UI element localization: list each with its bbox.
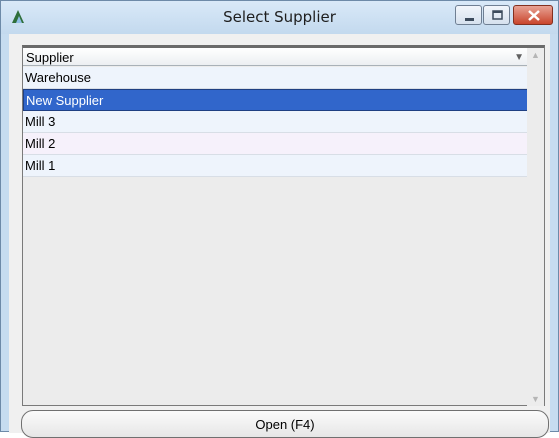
scroll-down-icon[interactable]: ▼ — [531, 394, 540, 404]
close-icon — [528, 10, 540, 21]
minimize-icon — [465, 18, 474, 21]
sort-down-icon[interactable]: ▼ — [514, 52, 524, 63]
scroll-up-icon[interactable]: ▲ — [531, 50, 540, 60]
supplier-list[interactable]: Supplier ▼ Warehouse New Supplier Mill 3… — [22, 45, 545, 406]
select-supplier-window: Select Supplier Supplier ▼ Warehouse New… — [0, 0, 559, 438]
vertical-scrollbar[interactable]: ▲ ▼ — [527, 48, 544, 406]
list-item[interactable]: Warehouse — [23, 67, 528, 89]
maximize-button[interactable] — [483, 5, 510, 25]
column-header-label: Supplier — [26, 50, 74, 65]
minimize-button[interactable] — [455, 5, 482, 25]
dialog-body: Supplier ▼ Warehouse New Supplier Mill 3… — [9, 34, 550, 438]
open-button[interactable]: Open (F4) — [21, 410, 549, 438]
maximize-icon — [492, 10, 503, 20]
title-bar[interactable]: Select Supplier — [1, 1, 558, 34]
list-rows: Warehouse New Supplier Mill 3 Mill 2 Mil… — [23, 67, 528, 177]
close-button[interactable] — [513, 5, 553, 25]
supplier-column-header[interactable]: Supplier ▼ — [23, 48, 528, 66]
list-item-selected[interactable]: New Supplier — [23, 89, 528, 111]
list-item[interactable]: Mill 3 — [23, 111, 528, 133]
list-item[interactable]: Mill 2 — [23, 133, 528, 155]
list-item[interactable]: Mill 1 — [23, 155, 528, 177]
